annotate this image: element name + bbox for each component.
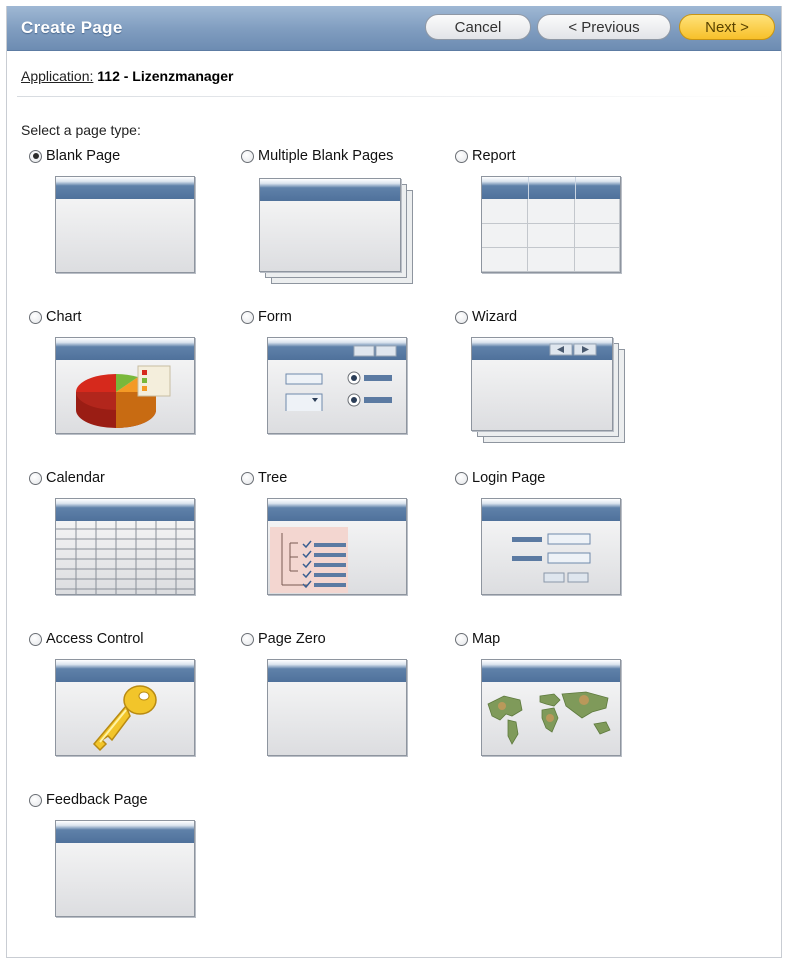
calendar-label: Calendar	[46, 470, 105, 486]
option-form[interactable]: Form	[241, 309, 461, 459]
wizard-header: Create Page Cancel < Previous Next >	[7, 6, 781, 51]
blank-page-icon[interactable]	[55, 176, 195, 273]
option-wizard[interactable]: Wizard	[455, 309, 675, 459]
application-value: 112 - Lizenzmanager	[97, 68, 234, 84]
cancel-button[interactable]: Cancel	[425, 14, 531, 40]
calendar-radio-label[interactable]: Calendar	[29, 470, 105, 486]
chart-label: Chart	[46, 309, 82, 325]
access-control-label: Access Control	[46, 631, 144, 647]
feedback-page-label: Feedback Page	[46, 792, 148, 808]
page-zero-icon[interactable]	[267, 659, 407, 756]
option-feedback-page[interactable]: Feedback Page	[29, 792, 249, 942]
application-label: Application:	[21, 68, 94, 84]
report-label: Report	[472, 148, 516, 164]
blank-page-radio[interactable]	[29, 149, 42, 163]
option-report[interactable]: Report	[455, 148, 675, 298]
option-multiple-blank-pages[interactable]: Multiple Blank Pages	[241, 148, 461, 298]
login-page-radio-label[interactable]: Login Page	[455, 470, 545, 486]
multiple-blank-pages-radio-label[interactable]: Multiple Blank Pages	[241, 148, 393, 164]
option-tree[interactable]: Tree	[241, 470, 461, 620]
feedback-page-icon[interactable]	[55, 820, 195, 917]
option-calendar[interactable]: Calendar	[29, 470, 249, 620]
access-control-icon[interactable]	[55, 659, 195, 756]
calendar-radio[interactable]	[29, 471, 42, 485]
option-chart[interactable]: Chart	[29, 309, 249, 459]
map-radio-label[interactable]: Map	[455, 631, 500, 647]
access-control-radio-label[interactable]: Access Control	[29, 631, 144, 647]
report-icon[interactable]	[481, 176, 621, 273]
tree-radio-label[interactable]: Tree	[241, 470, 287, 486]
page-zero-radio-label[interactable]: Page Zero	[241, 631, 326, 647]
multiple-blank-pages-label: Multiple Blank Pages	[258, 148, 394, 164]
page-zero-label: Page Zero	[258, 631, 326, 647]
map-label: Map	[472, 631, 501, 647]
tree-radio[interactable]	[241, 471, 254, 485]
wizard-icon[interactable]	[471, 337, 631, 447]
map-icon[interactable]	[481, 659, 621, 756]
option-access-control[interactable]: Access Control	[29, 631, 249, 781]
login-page-radio[interactable]	[455, 471, 468, 485]
feedback-page-radio-label[interactable]: Feedback Page	[29, 792, 148, 808]
login-page-label: Login Page	[472, 470, 546, 486]
option-map[interactable]: Map	[455, 631, 675, 781]
page-title: Create Page	[21, 18, 123, 37]
form-icon[interactable]	[267, 337, 407, 434]
chart-icon[interactable]	[55, 337, 195, 434]
access-control-radio[interactable]	[29, 632, 42, 646]
tree-label: Tree	[258, 470, 288, 486]
form-label: Form	[258, 309, 292, 325]
create-page-wizard: Create Page Cancel < Previous Next > App…	[6, 6, 782, 958]
next-button[interactable]: Next >	[679, 14, 775, 40]
feedback-page-radio[interactable]	[29, 793, 42, 807]
chart-radio-label[interactable]: Chart	[29, 309, 81, 325]
option-page-zero[interactable]: Page Zero	[241, 631, 461, 781]
wizard-label: Wizard	[472, 309, 518, 325]
blank-page-label: Blank Page	[46, 148, 121, 164]
report-radio-label[interactable]: Report	[455, 148, 516, 164]
chart-radio[interactable]	[29, 310, 42, 324]
option-login-page[interactable]: Login Page	[455, 470, 675, 620]
map-radio[interactable]	[455, 632, 468, 646]
form-radio-label[interactable]: Form	[241, 309, 292, 325]
wizard-radio[interactable]	[455, 310, 468, 324]
tree-icon[interactable]	[267, 498, 407, 595]
form-radio[interactable]	[241, 310, 254, 324]
page-type-prompt: Select a page type:	[21, 122, 141, 138]
application-info: Application: 112 - Lizenzmanager	[21, 68, 233, 84]
calendar-icon[interactable]	[55, 498, 195, 595]
multiple-blank-pages-icon[interactable]	[259, 178, 419, 288]
page-zero-radio[interactable]	[241, 632, 254, 646]
multiple-blank-pages-radio[interactable]	[241, 149, 254, 163]
report-radio[interactable]	[455, 149, 468, 163]
option-blank-page[interactable]: Blank Page	[29, 148, 249, 298]
login-page-icon[interactable]	[481, 498, 621, 595]
blank-page-radio-label[interactable]: Blank Page	[29, 148, 120, 164]
wizard-radio-label[interactable]: Wizard	[455, 309, 517, 325]
previous-button[interactable]: < Previous	[537, 14, 671, 40]
divider	[17, 96, 777, 97]
